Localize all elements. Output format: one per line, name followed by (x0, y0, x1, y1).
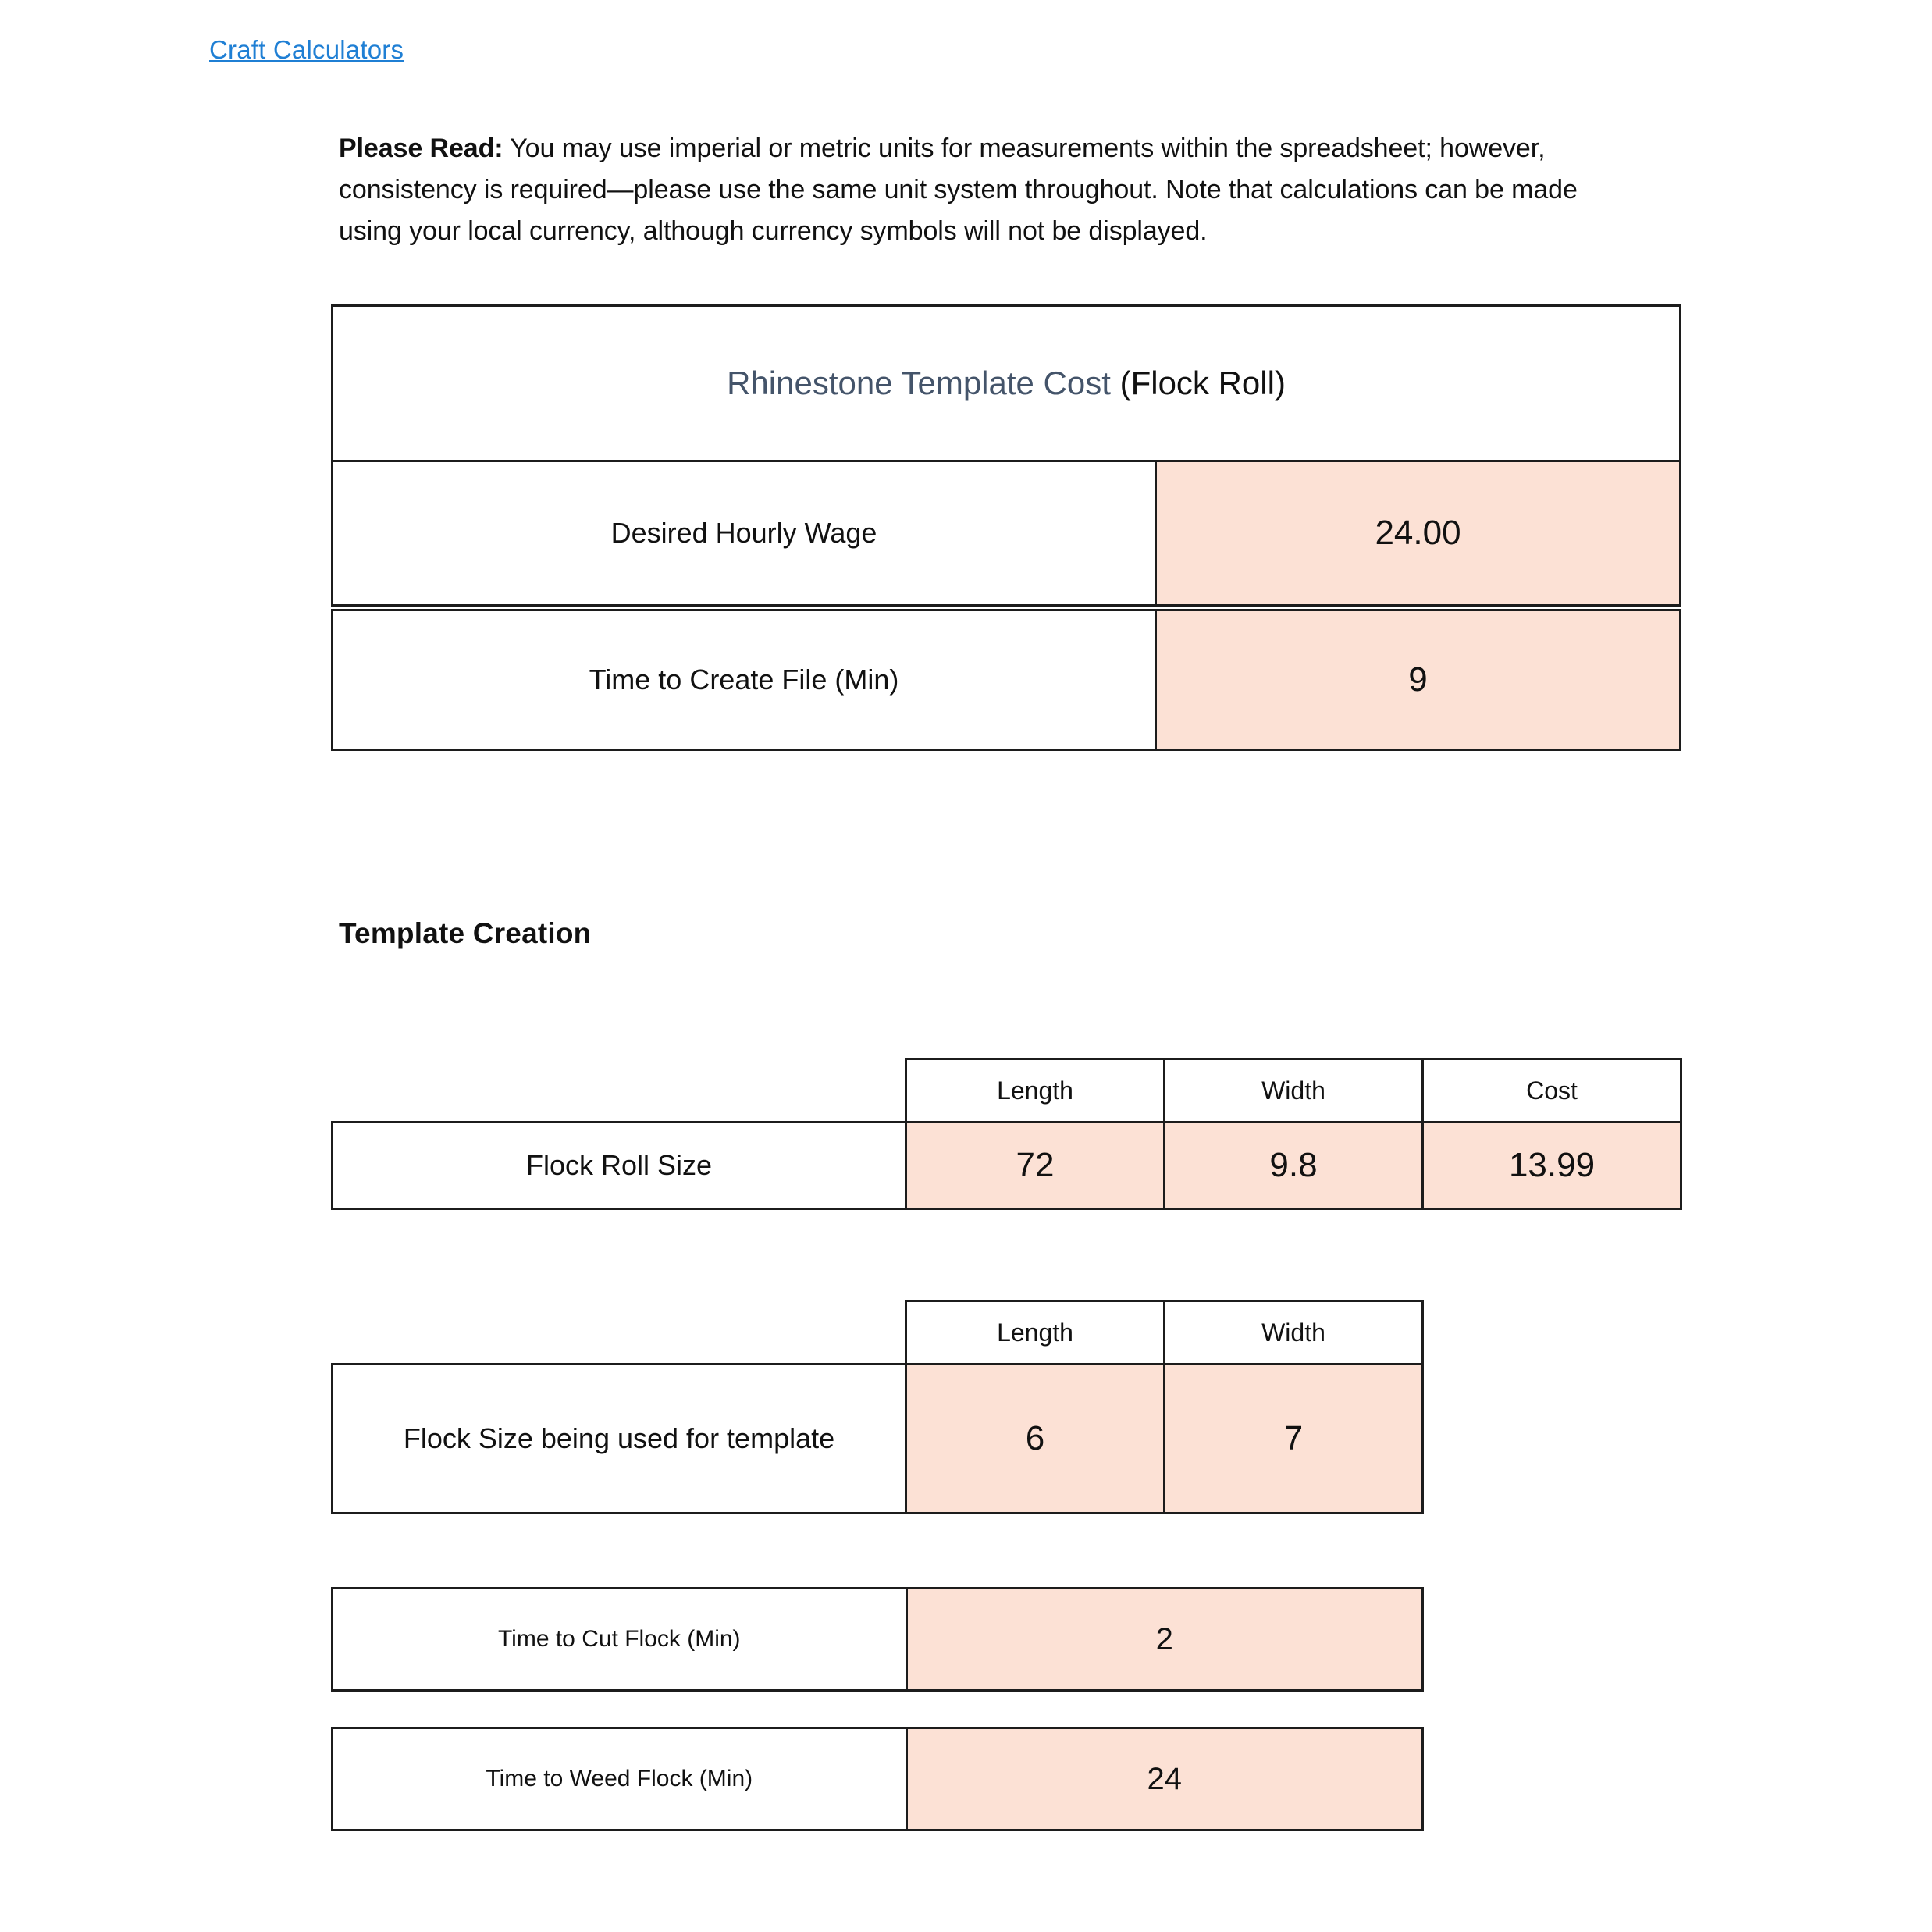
please-read-notice: Please Read: You may use imperial or met… (339, 128, 1580, 252)
flock-roll-header-width: Width (1163, 1058, 1424, 1123)
flock-roll-size-label: Flock Roll Size (331, 1121, 907, 1210)
flock-size-header-length: Length (905, 1300, 1165, 1365)
table-row: Desired Hourly Wage 24.00 (331, 460, 1682, 607)
time-to-cut-flock-label: Time to Cut Flock (Min) (331, 1587, 908, 1692)
flock-size-used-table: Length Width Flock Size being used for t… (331, 1300, 1424, 1514)
flock-roll-width-input[interactable]: 9.8 (1163, 1121, 1424, 1210)
desired-hourly-wage-input[interactable]: 24.00 (1154, 460, 1682, 607)
rhinestone-title-main: Rhinestone Template Cost (727, 365, 1111, 401)
table-row: Time to Cut Flock (Min) 2 (331, 1587, 1425, 1692)
table-row: Time to Create File (Min) 9 (331, 609, 1681, 751)
time-to-weed-flock-label: Time to Weed Flock (Min) (331, 1727, 908, 1831)
please-read-label: Please Read: (339, 133, 503, 163)
rhinestone-title-cell: Rhinestone Template Cost (Flock Roll) (330, 304, 1682, 462)
flock-size-length-input[interactable]: 6 (905, 1363, 1165, 1514)
table-header-row: Length Width (333, 1300, 1424, 1365)
breadcrumb: Craft Calculators (209, 35, 404, 65)
desired-hourly-wage-label: Desired Hourly Wage (331, 460, 1157, 607)
table-row: Rhinestone Template Cost (Flock Roll) (330, 304, 1682, 462)
table-header-row: Length Width Cost (333, 1058, 1682, 1123)
time-to-create-file-label: Time to Create File (Min) (331, 609, 1157, 751)
time-to-cut-flock-input[interactable]: 2 (905, 1587, 1425, 1692)
template-creation-heading: Template Creation (339, 917, 592, 949)
table-row: Time to Weed Flock (Min) 24 (331, 1727, 1425, 1831)
flock-roll-cost-input[interactable]: 13.99 (1421, 1121, 1682, 1210)
please-read-body: You may use imperial or metric units for… (339, 133, 1578, 246)
flock-roll-header-cost: Cost (1421, 1058, 1682, 1123)
craft-calculators-link[interactable]: Craft Calculators (209, 35, 404, 65)
rhinestone-template-cost-table: Rhinestone Template Cost (Flock Roll) De… (330, 304, 1682, 607)
spacer-cell (333, 1301, 906, 1364)
rhinestone-title-sub: (Flock Roll) (1110, 365, 1286, 401)
flock-roll-length-input[interactable]: 72 (905, 1121, 1165, 1210)
time-to-create-file-table: Time to Create File (Min) 9 (331, 609, 1681, 751)
spacer-cell (333, 1059, 906, 1123)
time-to-cut-flock-table: Time to Cut Flock (Min) 2 (331, 1587, 1425, 1692)
flock-size-header-width: Width (1163, 1300, 1424, 1365)
flock-size-width-input[interactable]: 7 (1163, 1363, 1424, 1514)
flock-roll-header-length: Length (905, 1058, 1165, 1123)
table-row: Flock Roll Size 72 9.8 13.99 (331, 1121, 1682, 1210)
time-to-create-file-input[interactable]: 9 (1155, 609, 1681, 751)
flock-size-used-label: Flock Size being used for template (331, 1363, 907, 1514)
flock-roll-size-table: Length Width Cost Flock Roll Size 72 9.8… (331, 1058, 1682, 1210)
time-to-weed-flock-table: Time to Weed Flock (Min) 24 (331, 1727, 1425, 1831)
table-row: Flock Size being used for template 6 7 (331, 1363, 1424, 1514)
time-to-weed-flock-input[interactable]: 24 (905, 1727, 1425, 1831)
